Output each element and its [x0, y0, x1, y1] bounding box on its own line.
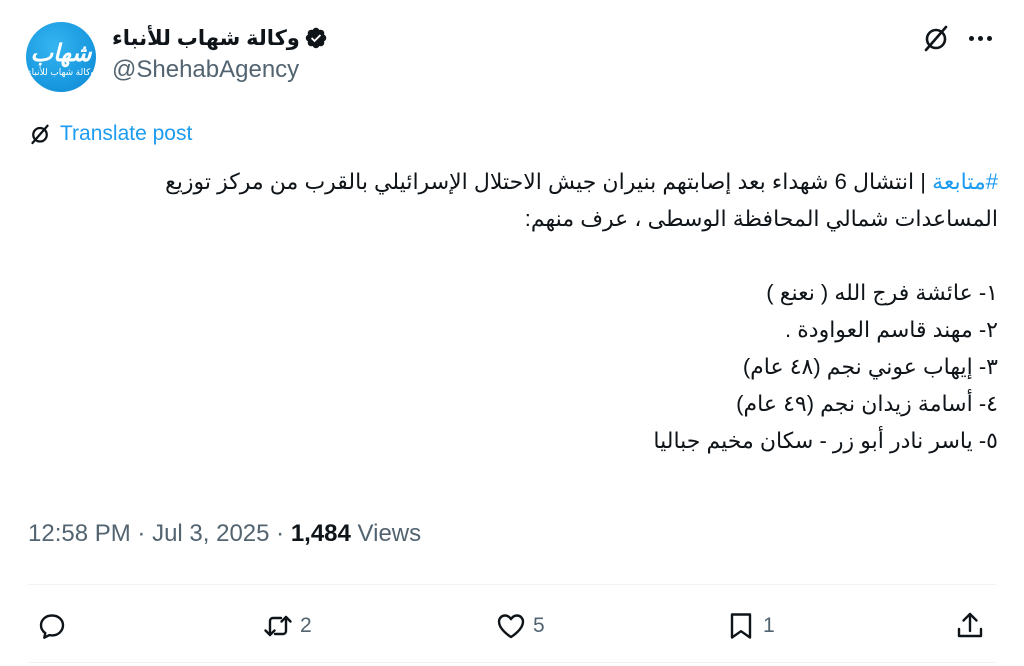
list-item: ٤- أسامة زيدان نجم (٤٩ عام) — [736, 391, 998, 416]
views-label: Views — [350, 520, 422, 547]
tweet-line-1: #متابعة | انتشال 6 شهداء بعد إصابتهم بني… — [40, 163, 998, 200]
repost-icon — [264, 615, 292, 637]
bookmark-icon — [730, 613, 752, 639]
meta-separator: · — [269, 520, 291, 547]
more-icon[interactable] — [964, 22, 996, 54]
tweet-line-2: المساعدات شمالي المحافظة الوسطى ، عرف من… — [524, 206, 998, 231]
share-button[interactable] — [954, 610, 986, 642]
display-name[interactable]: وكالة شهاب للأنباء — [112, 26, 300, 51]
verified-badge-icon — [305, 27, 327, 49]
repost-button[interactable]: 2 — [262, 610, 312, 642]
views-count: 1,484 — [290, 520, 351, 547]
more-dot — [968, 35, 974, 41]
meta-separator: · — [130, 520, 153, 547]
more-dot — [986, 35, 992, 41]
tweet-time[interactable]: 12:58 PM — [28, 520, 131, 548]
reply-icon — [39, 614, 65, 639]
bookmark-button[interactable]: 1 — [725, 610, 775, 642]
author-handle[interactable]: @ShehabAgency — [112, 56, 299, 84]
repost-count: 2 — [300, 614, 312, 637]
grok-icon — [31, 124, 49, 145]
grok-icon[interactable] — [920, 22, 952, 54]
list-item: ٣- إيهاب عوني نجم (٤٨ عام) — [742, 354, 998, 379]
translate-post-label: Translate post — [60, 122, 193, 145]
list-item: ٢- مهند قاسم العواودة . — [785, 317, 998, 342]
more-dot — [977, 35, 983, 41]
translate-post-button[interactable]: Translate post — [28, 120, 192, 148]
divider — [28, 584, 996, 585]
like-count: 5 — [533, 614, 545, 637]
bookmark-count: 1 — [763, 614, 775, 637]
list-item: ١- عائشة فرج الله ( نعنع ) — [766, 280, 998, 305]
share-icon — [957, 612, 983, 638]
tweet-date[interactable]: Jul 3, 2025 — [152, 520, 269, 548]
avatar-logo-text: شهاب — [30, 38, 92, 67]
like-icon — [497, 614, 525, 639]
author-name-row[interactable]: وكالة شهاب للأنباء — [112, 22, 328, 54]
list-item: ٥- ياسر نادر أبو زر - سكان مخيم جباليا — [653, 428, 998, 453]
divider — [28, 662, 996, 663]
avatar[interactable]: شهاب وكالة شهاب للأنباء — [26, 22, 96, 92]
hashtag-link[interactable]: #متابعة — [932, 169, 998, 194]
reply-button[interactable] — [36, 610, 68, 642]
tweet-line-1-text: | انتشال 6 شهداء بعد إصابتهم بنيران جيش … — [165, 169, 933, 194]
avatar-logo-subtext: وكالة شهاب للأنباء — [27, 67, 95, 77]
tweet-meta: 12:58 PM · Jul 3, 2025 · 1,484 Views — [28, 520, 421, 548]
like-button[interactable]: 5 — [495, 610, 545, 642]
tweet-text: #متابعة | انتشال 6 شهداء بعد إصابتهم بني… — [40, 163, 998, 459]
